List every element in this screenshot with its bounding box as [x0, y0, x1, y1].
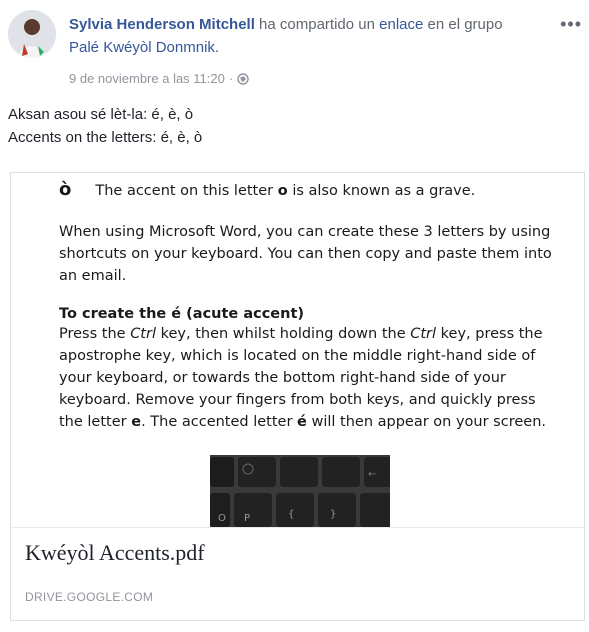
paragraph-2: Press the Ctrl key, then whilst holding …	[59, 323, 559, 433]
post-text: Aksan asou sé lèt-la: é, è, ò Accents on…	[8, 103, 202, 149]
grave-text-a: The accent on this letter	[95, 183, 278, 199]
post-header: Sylvia Henderson Mitchell ha compartido …	[8, 8, 584, 94]
svg-text:}: }	[330, 509, 336, 520]
grave-line: ò The accent on this letter o is also kno…	[59, 179, 559, 202]
acute-heading: To create the é (acute accent)	[59, 306, 305, 322]
grave-letter: ò	[59, 179, 72, 200]
more-options-button[interactable]: •••	[560, 14, 582, 35]
svg-text:P: P	[244, 513, 250, 524]
p2-b: key, then whilst holding down the	[156, 326, 411, 342]
globe-icon[interactable]	[237, 72, 249, 85]
avatar-image	[8, 10, 56, 58]
post-meta: 9 de noviembre a las 11:20 ·	[69, 71, 249, 86]
post-text-line-2: Accents on the letters: é, è, ò	[8, 129, 203, 146]
meta-separator: ·	[228, 71, 234, 86]
p2-e: e	[131, 414, 142, 430]
attachment-source: DRIVE.GOOGLE.COM	[25, 590, 154, 604]
p2-eacute: é	[297, 414, 307, 430]
p2-ctrl-1: Ctrl	[130, 326, 156, 342]
grave-text-o: o	[277, 183, 288, 199]
p2-ctrl-2: Ctrl	[410, 326, 437, 342]
timestamp[interactable]: 9 de noviembre a las 11:20	[69, 71, 225, 86]
keyboard-photo: ← P { } O	[210, 455, 390, 527]
attachment-title[interactable]: Kwéyòl Accents.pdf	[25, 540, 205, 566]
attachment-preview[interactable]: ò The accent on this letter o is also kno…	[11, 173, 584, 527]
grave-text-b: is also known as a grave.	[287, 183, 476, 199]
post-header-text: Sylvia Henderson Mitchell ha compartido …	[69, 13, 549, 59]
author-name[interactable]: Sylvia Henderson Mitchell	[69, 16, 255, 33]
attachment-caption[interactable]: Kwéyòl Accents.pdf DRIVE.GOOGLE.COM	[11, 527, 584, 620]
paragraph-1: When using Microsoft Word, you can creat…	[59, 224, 552, 284]
svg-text:{: {	[288, 509, 294, 520]
p2-a: Press the	[59, 326, 131, 342]
link-attachment[interactable]: ò The accent on this letter o is also kno…	[10, 172, 585, 621]
group-name[interactable]: Palé Kwéyòl Donmnik.	[69, 39, 219, 56]
p2-f: will then appear on your screen.	[306, 414, 546, 430]
action-text: ha compartido un	[254, 16, 380, 33]
avatar[interactable]	[8, 10, 56, 58]
svg-text:←: ←	[368, 469, 376, 480]
post-text-line-1: Aksan asou sé lèt-la: é, è, ò	[8, 106, 194, 123]
p2-d: . The accented letter	[141, 414, 298, 430]
group-prefix: en el grupo	[423, 16, 503, 33]
shared-link[interactable]: enlace	[379, 16, 423, 33]
svg-text:O: O	[218, 513, 226, 524]
